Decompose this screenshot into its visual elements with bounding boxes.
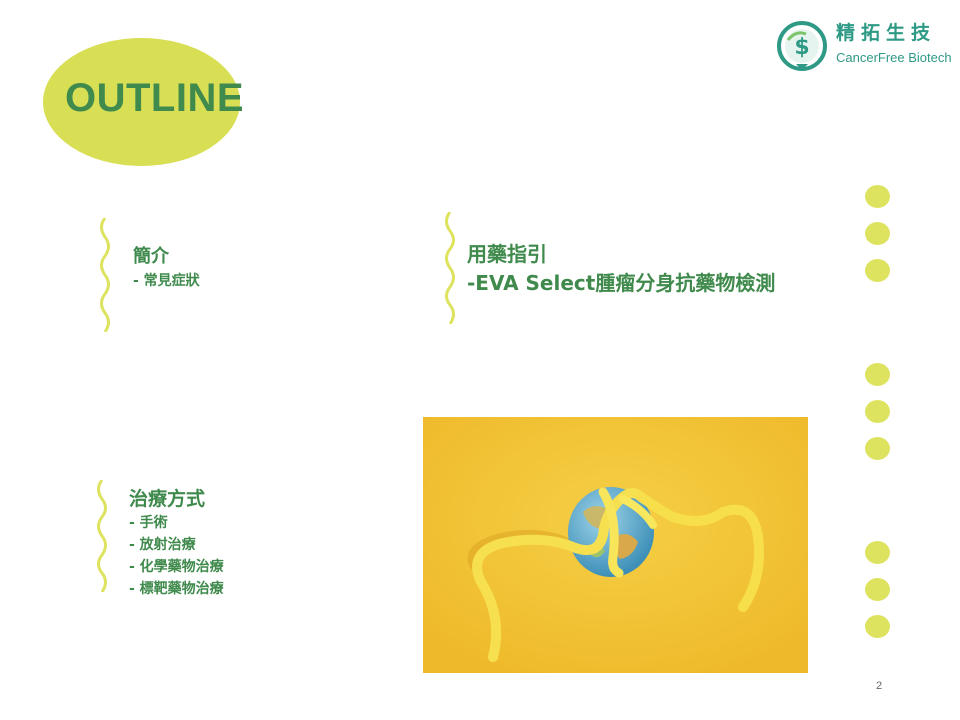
section-medication-guide: 用藥指引 -EVA Select腫瘤分身抗藥物檢測 xyxy=(467,240,775,298)
section-item: - 放射治療 xyxy=(129,537,196,553)
page-number: 2 xyxy=(876,680,883,692)
section-item: - 標靶藥物治療 xyxy=(129,581,224,597)
decorative-dots-bottom xyxy=(865,541,891,652)
slide-title: OUTLINE xyxy=(65,76,245,120)
wavy-divider-3 xyxy=(97,480,107,592)
section-title: 治療方式 xyxy=(129,488,206,510)
svg-text:$: $ xyxy=(794,35,809,60)
dollar-leaf-icon: $ xyxy=(777,21,827,71)
company-logo: $ 精拓生技 CancerFree Biotech xyxy=(776,20,952,72)
wavy-divider-2 xyxy=(445,212,455,324)
logo-chinese-name: 精拓生技 xyxy=(836,22,937,44)
section-treatment: 治療方式 - 手術 - 放射治療 - 化學藥物治療 - 標靶藥物治療 xyxy=(129,486,224,600)
section-item: -EVA Select腫瘤分身抗藥物檢測 xyxy=(467,271,776,295)
section-item: - 手術 xyxy=(129,515,168,531)
decorative-dot xyxy=(865,185,890,208)
decorative-dot xyxy=(865,615,890,638)
section-item: - 化學藥物治療 xyxy=(129,559,224,575)
section-intro: 簡介 - 常見症狀 xyxy=(133,244,200,292)
decorative-dot xyxy=(865,363,890,386)
decorative-dot xyxy=(865,541,890,564)
section-title: 簡介 xyxy=(133,246,169,267)
wavy-divider-1 xyxy=(100,218,110,332)
decorative-dot xyxy=(865,400,890,423)
decorative-dot xyxy=(865,578,890,601)
decorative-dots-middle xyxy=(865,363,891,474)
decorative-dot xyxy=(865,437,890,460)
section-item: - 常見症狀 xyxy=(133,273,200,289)
logo-english-name: CancerFree Biotech xyxy=(836,50,952,65)
section-title: 用藥指引 xyxy=(467,242,547,266)
globe-with-yellow-ribbon-image xyxy=(423,417,808,673)
decorative-dot xyxy=(865,222,890,245)
decorative-dot xyxy=(865,259,890,282)
decorative-dots-top xyxy=(865,185,891,296)
